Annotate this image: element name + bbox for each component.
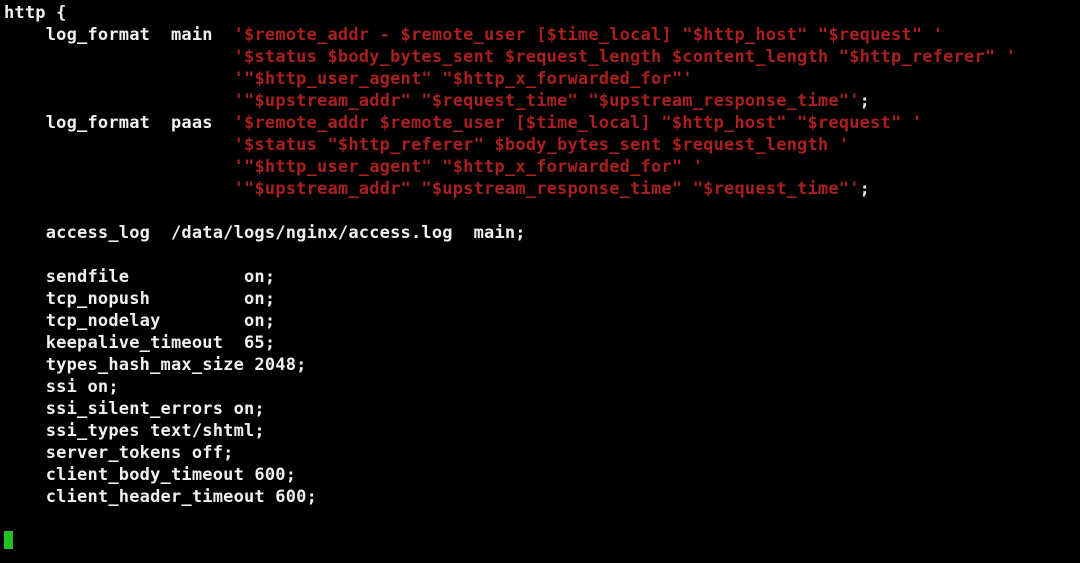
log-format-main-line1: '$remote_addr - $remote_user [$time_loca… (234, 25, 944, 45)
indent (4, 179, 234, 199)
log-format-main-line2: '$status $body_bytes_sent $request_lengt… (234, 47, 1017, 67)
log-format-paas-line3: '"$http_user_agent" "$http_x_forwarded_f… (234, 157, 704, 177)
access-log-directive: access_log /data/logs/nginx/access.log m… (4, 223, 526, 243)
terminal-cursor (4, 531, 13, 549)
tcp-nopush-directive: tcp_nopush on; (4, 289, 275, 309)
terminal-window[interactable]: http { log_format main '$remote_addr - $… (0, 0, 1080, 563)
log-format-paas-semicolon: ; (860, 179, 870, 199)
client-body-timeout-directive: client_body_timeout 600; (4, 465, 296, 485)
nginx-config: http { log_format main '$remote_addr - $… (0, 0, 1080, 508)
keepalive-timeout-directive: keepalive_timeout 65; (4, 333, 275, 353)
server-tokens-directive: server_tokens off; (4, 443, 234, 463)
log-format-paas-line1: '$remote_addr $remote_user [$time_local]… (234, 113, 923, 133)
log-format-paas-key: log_format paas (4, 113, 234, 133)
log-format-main-key: log_format main (4, 25, 234, 45)
http-open-brace: http { (4, 3, 67, 23)
tcp-nodelay-directive: tcp_nodelay on; (4, 311, 275, 331)
log-format-main-line4: '"$upstream_addr" "$request_time" "$upst… (234, 91, 860, 111)
indent (4, 69, 234, 89)
indent (4, 47, 234, 67)
client-header-timeout-directive: client_header_timeout 600; (4, 487, 317, 507)
indent (4, 135, 234, 155)
log-format-main-semicolon: ; (860, 91, 870, 111)
ssi-directive: ssi on; (4, 377, 119, 397)
indent (4, 157, 234, 177)
log-format-paas-line2: '$status "$http_referer" $body_bytes_sen… (234, 135, 850, 155)
indent (4, 91, 234, 111)
log-format-paas-line4: '"$upstream_addr" "$upstream_response_ti… (234, 179, 860, 199)
sendfile-directive: sendfile on; (4, 267, 275, 287)
ssi-silent-errors-directive: ssi_silent_errors on; (4, 399, 265, 419)
types-hash-max-size-directive: types_hash_max_size 2048; (4, 355, 307, 375)
log-format-main-line3: '"$http_user_agent" "$http_x_forwarded_f… (234, 69, 693, 89)
ssi-types-directive: ssi_types text/shtml; (4, 421, 265, 441)
